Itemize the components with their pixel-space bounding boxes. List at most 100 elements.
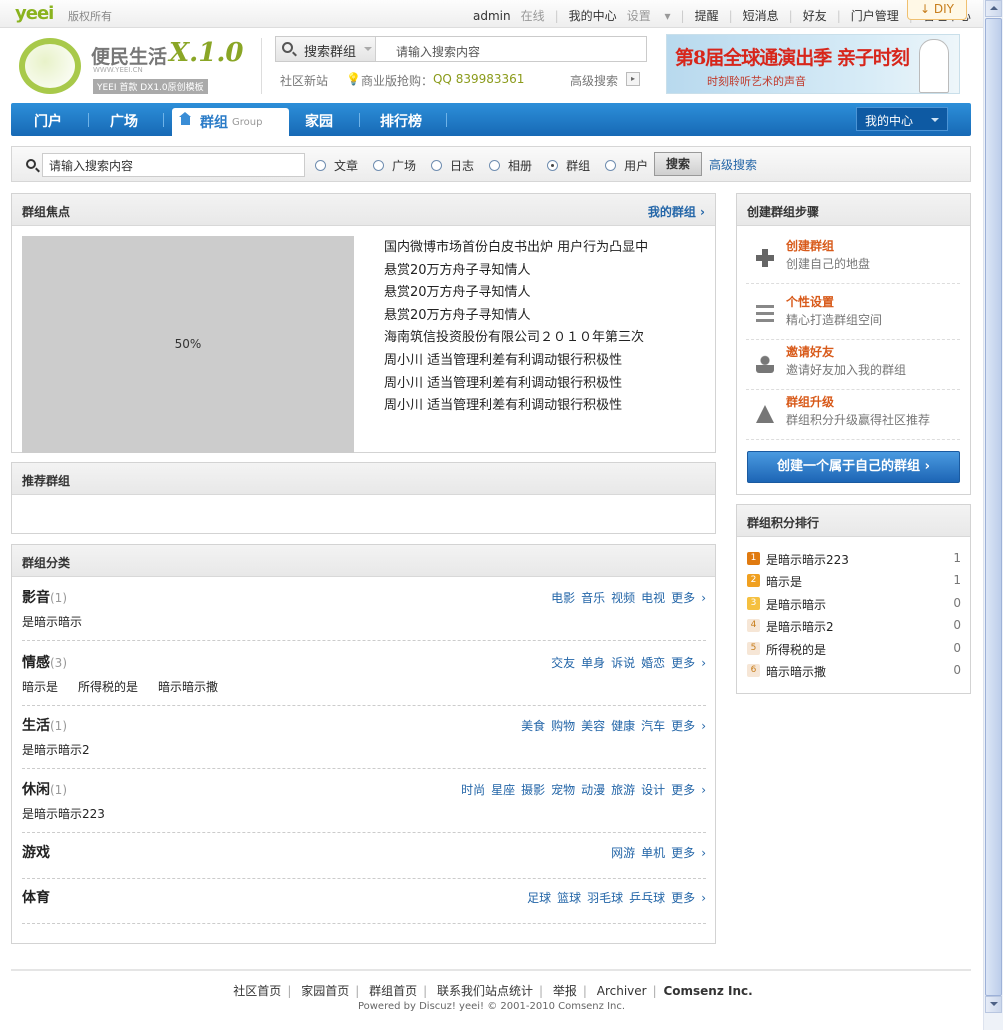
- category-tag-link[interactable]: 星座: [491, 783, 515, 797]
- business-qq[interactable]: QQ 839983361: [433, 72, 524, 89]
- company-name[interactable]: Comsenz Inc.: [663, 984, 752, 998]
- ad-banner[interactable]: 第8届全球通演出季 亲子时刻 时刻聆听艺术的声音: [666, 34, 960, 94]
- category-tag-link[interactable]: 购物: [551, 719, 575, 733]
- category-name[interactable]: 情感: [22, 655, 50, 671]
- ranking-row[interactable]: 6 暗示暗示撒 0: [747, 661, 961, 683]
- category-tag-link[interactable]: 交友: [551, 656, 575, 670]
- category-name[interactable]: 游戏: [22, 842, 50, 862]
- portal-admin-link[interactable]: 门户管理: [851, 7, 899, 24]
- ranking-row[interactable]: 3 是暗示暗示 0: [747, 594, 961, 616]
- advanced-search-link[interactable]: 高级搜索: [570, 72, 618, 89]
- category-tag-link[interactable]: 时尚: [461, 783, 485, 797]
- category-tag-link[interactable]: 单身: [581, 656, 605, 670]
- search-type-select[interactable]: 搜索群组: [276, 37, 376, 61]
- headline-link[interactable]: 周小川 适当管理利差有利调动银行积极性: [384, 396, 648, 419]
- friends-link[interactable]: 好友: [803, 7, 827, 24]
- group-link[interactable]: 暗示暗示撒: [158, 680, 218, 694]
- advanced-search-link[interactable]: 高级搜索: [709, 156, 757, 173]
- headline-link[interactable]: 周小川 适当管理利差有利调动银行积极性: [384, 374, 648, 397]
- online-status[interactable]: 在线: [521, 7, 545, 24]
- category-tag-link[interactable]: 音乐: [581, 591, 605, 605]
- search-button[interactable]: 搜索: [654, 152, 702, 176]
- settings-link[interactable]: 设置 ▾: [627, 7, 671, 24]
- category-tag-link[interactable]: 乒乓球: [629, 891, 665, 905]
- category-more-link[interactable]: 更多: [671, 891, 695, 905]
- my-center-link[interactable]: 我的中心: [569, 7, 617, 24]
- footer-link[interactable]: 社区首页: [233, 984, 281, 998]
- category-tag-link[interactable]: 电视: [641, 591, 665, 605]
- vertical-scrollbar[interactable]: [983, 0, 1003, 1030]
- footer-link[interactable]: Archiver: [597, 984, 647, 998]
- step-customize[interactable]: 个性设置 精心打造群组空间: [746, 291, 960, 340]
- category-tag-link[interactable]: 摄影: [521, 783, 545, 797]
- site-logo[interactable]: 便民生活 X.1.0 WWW.YEEI.CN YEEI 首款 DX1.0原创模板: [19, 36, 255, 96]
- step-invite[interactable]: 邀请好友 邀请好友加入我的群组: [746, 341, 960, 390]
- category-more-link[interactable]: 更多: [671, 783, 695, 797]
- category-name[interactable]: 生活: [22, 718, 50, 734]
- category-name[interactable]: 休闲: [22, 782, 50, 798]
- radio-user[interactable]: 用户: [605, 157, 648, 174]
- category-tag-link[interactable]: 视频: [611, 591, 635, 605]
- category-tag-link[interactable]: 诉说: [611, 656, 635, 670]
- footer-link[interactable]: 群组首页: [369, 984, 417, 998]
- step-create[interactable]: 创建群组 创建自己的地盘: [746, 235, 960, 284]
- category-tag-link[interactable]: 健康: [611, 719, 635, 733]
- category-more-link[interactable]: 更多: [671, 656, 695, 670]
- community-new-link[interactable]: 社区新站: [280, 72, 328, 89]
- ranking-row[interactable]: 5 所得税的是 0: [747, 639, 961, 661]
- scroll-down-icon[interactable]: [985, 996, 1002, 1013]
- messages-link[interactable]: 短消息: [743, 7, 779, 24]
- category-more-link[interactable]: 更多: [671, 846, 695, 860]
- my-center-dropdown[interactable]: 我的中心: [856, 107, 948, 131]
- radio-square[interactable]: 广场: [373, 157, 416, 174]
- step-upgrade[interactable]: 群组升级 群组积分升级赢得社区推荐: [746, 391, 960, 440]
- group-link[interactable]: 所得税的是: [78, 680, 138, 694]
- category-tag-link[interactable]: 足球: [527, 891, 551, 905]
- nav-home[interactable]: 家园: [305, 111, 333, 131]
- radio-article[interactable]: 文章: [315, 157, 358, 174]
- group-link[interactable]: 是暗示暗示: [22, 615, 82, 629]
- category-more-link[interactable]: 更多: [671, 719, 695, 733]
- ranking-row[interactable]: 1 是暗示暗示223 1: [747, 549, 961, 571]
- nav-ranking[interactable]: 排行榜: [380, 111, 422, 131]
- create-group-button[interactable]: 创建一个属于自己的群组 ›: [747, 451, 960, 483]
- category-tag-link[interactable]: 美容: [581, 719, 605, 733]
- footer-link[interactable]: 举报: [553, 984, 577, 998]
- ranking-row[interactable]: 4 是暗示暗示2 0: [747, 616, 961, 638]
- headline-link[interactable]: 悬赏20万方舟子寻知情人: [384, 261, 648, 284]
- header-search-input[interactable]: 请输入搜索内容: [396, 43, 480, 60]
- footer-link[interactable]: 家园首页: [301, 984, 349, 998]
- headline-link[interactable]: 悬赏20万方舟子寻知情人: [384, 306, 648, 329]
- my-groups-link[interactable]: 我的群组 ›: [648, 203, 705, 220]
- category-tag-link[interactable]: 网游: [611, 846, 635, 860]
- nav-group[interactable]: 群组 Group: [172, 108, 289, 136]
- radio-album[interactable]: 相册: [489, 157, 532, 174]
- category-tag-link[interactable]: 设计: [641, 783, 665, 797]
- footer-link[interactable]: 联系我们站点统计: [437, 984, 533, 998]
- diy-button[interactable]: ↓ DIY: [907, 0, 967, 20]
- nav-portal[interactable]: 门户: [34, 111, 62, 131]
- radio-group[interactable]: 群组: [547, 157, 590, 174]
- focus-image[interactable]: 50%: [22, 236, 354, 453]
- headline-link[interactable]: 周小川 适当管理利差有利调动银行积极性: [384, 351, 648, 374]
- radio-blog[interactable]: 日志: [431, 157, 474, 174]
- group-link[interactable]: 是暗示暗示2: [22, 743, 90, 757]
- search-input[interactable]: [42, 153, 305, 177]
- scroll-thumb[interactable]: [985, 18, 1002, 996]
- headline-link[interactable]: 海南筑信投资股份有限公司２０１０年第三次: [384, 328, 648, 351]
- advanced-search-arrow-icon[interactable]: ▸: [626, 72, 640, 86]
- category-name[interactable]: 体育: [22, 887, 50, 907]
- headline-link[interactable]: 悬赏20万方舟子寻知情人: [384, 283, 648, 306]
- ranking-row[interactable]: 2 暗示是 1: [747, 571, 961, 593]
- category-tag-link[interactable]: 旅游: [611, 783, 635, 797]
- category-tag-link[interactable]: 单机: [641, 846, 665, 860]
- scroll-up-icon[interactable]: [985, 0, 1002, 17]
- category-tag-link[interactable]: 汽车: [641, 719, 665, 733]
- category-tag-link[interactable]: 电影: [551, 591, 575, 605]
- username-link[interactable]: admin: [473, 9, 511, 23]
- yeei-logo[interactable]: yeei: [15, 3, 54, 24]
- category-more-link[interactable]: 更多: [671, 591, 695, 605]
- remind-link[interactable]: 提醒: [695, 7, 719, 24]
- category-tag-link[interactable]: 篮球: [557, 891, 581, 905]
- category-name[interactable]: 影音: [22, 590, 50, 606]
